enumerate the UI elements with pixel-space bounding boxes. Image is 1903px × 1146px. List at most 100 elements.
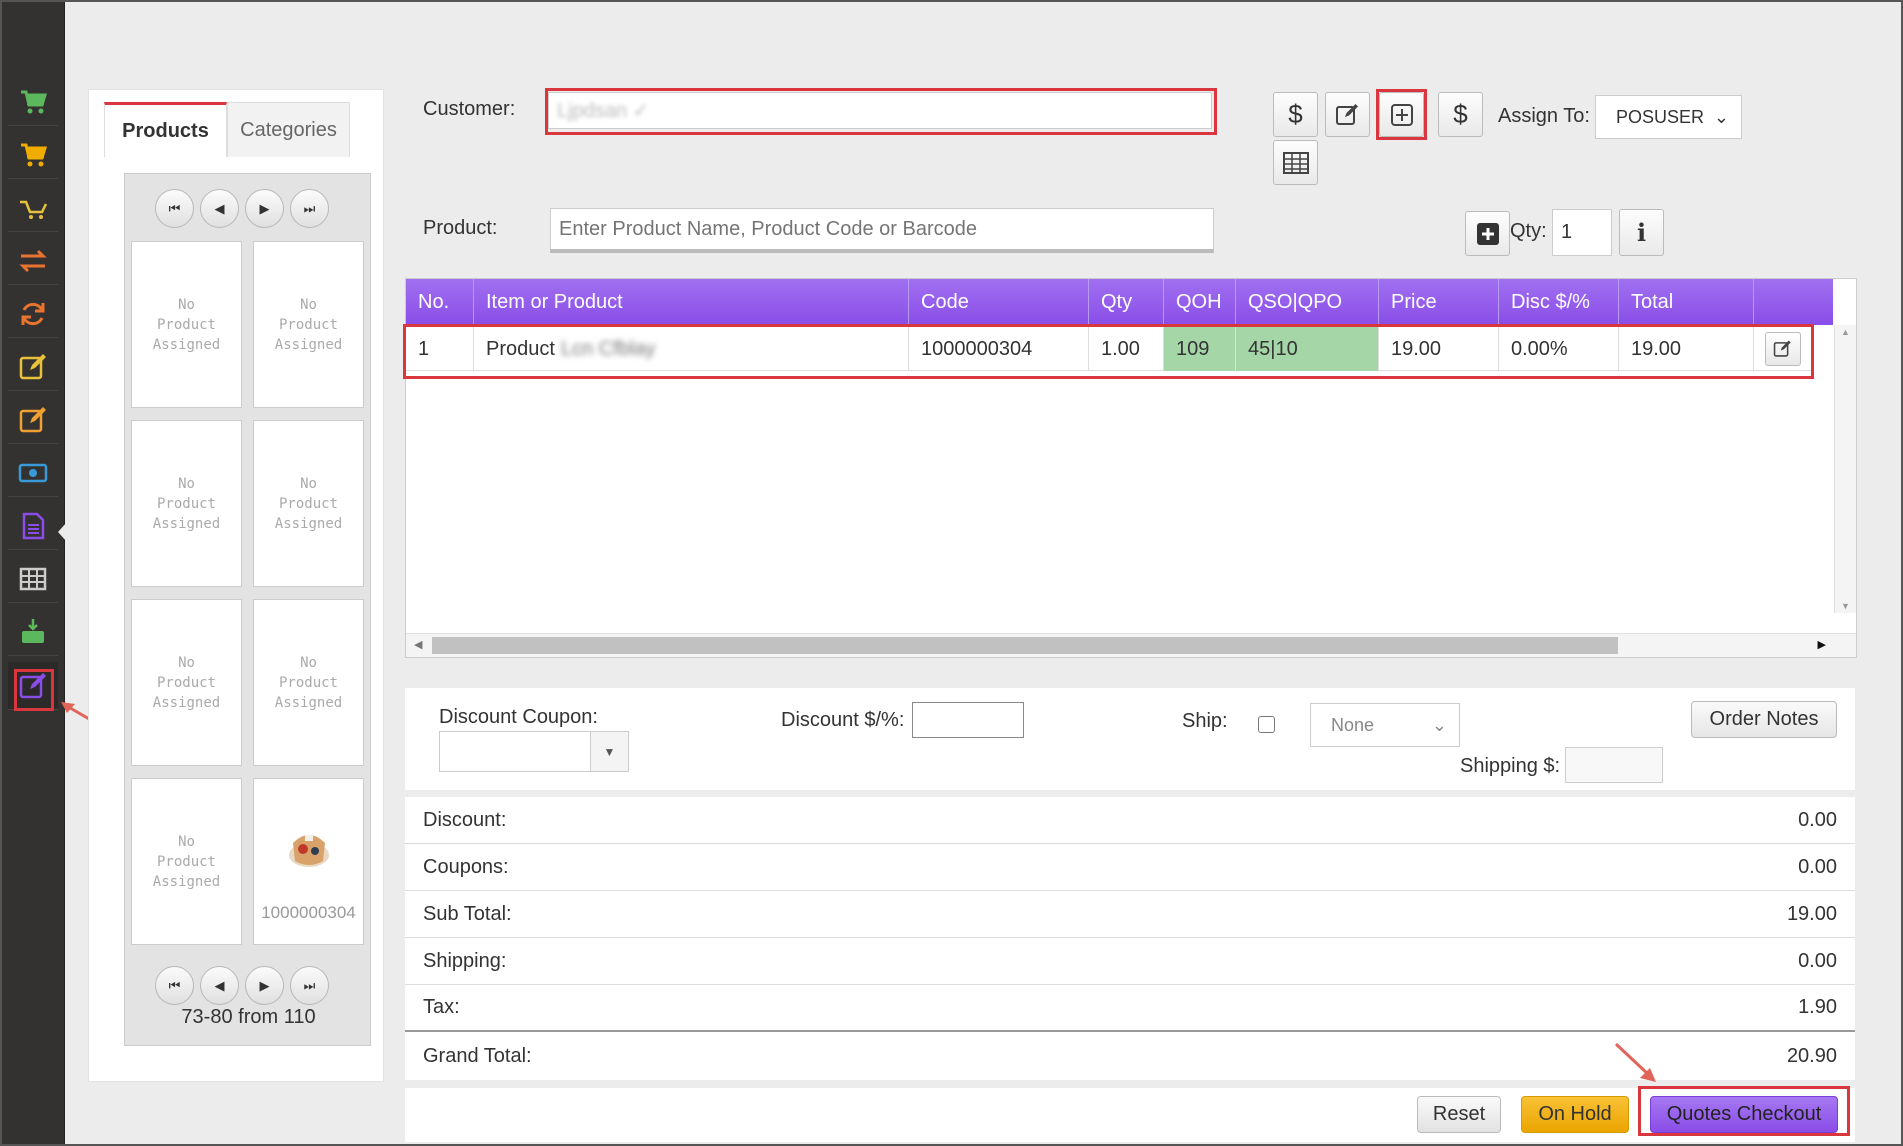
line-items-table: No. Item or Product Code Qty QOH QSO|QPO… <box>405 278 1857 658</box>
customer-value: Ljpdsan ✓ <box>557 100 650 122</box>
product-info-button[interactable]: i <box>1619 209 1664 256</box>
sidebar-item-transfer[interactable] <box>8 237 58 285</box>
vertical-scrollbar[interactable]: ▲ ▼ <box>1834 325 1856 613</box>
sidebar-item-register[interactable] <box>8 608 58 656</box>
sidebar-item-sales[interactable] <box>8 78 58 126</box>
col-qty: Qty <box>1089 279 1164 325</box>
tab-categories[interactable]: Categories <box>227 102 350 157</box>
sidebar-item-returns[interactable] <box>8 184 58 232</box>
dollar-icon: $ <box>1288 99 1303 129</box>
info-icon: i <box>1636 218 1647 247</box>
edit-icon <box>1335 103 1358 125</box>
sidebar-item-reports[interactable] <box>8 555 58 603</box>
price-button[interactable]: $ <box>1273 92 1318 137</box>
prev-page-button[interactable]: ◀ <box>200 189 239 228</box>
discount-input[interactable] <box>912 702 1024 738</box>
plus-square-icon <box>1476 222 1499 245</box>
sidebar-item-orders[interactable] <box>8 131 58 179</box>
totals-panel: Discount: 0.00 Coupons: 0.00 Sub Total: 19.… <box>405 797 1855 1080</box>
next-page-button[interactable]: ▶ <box>245 189 284 228</box>
plus-square-icon <box>1390 103 1413 126</box>
col-total: Total <box>1619 279 1754 325</box>
order-notes-button[interactable]: Order Notes <box>1691 701 1837 738</box>
col-price: Price <box>1379 279 1499 325</box>
product-tile[interactable]: No Product Assigned <box>131 778 242 945</box>
product-image <box>288 835 329 867</box>
reset-button[interactable]: Reset <box>1417 1096 1501 1133</box>
col-code: Code <box>909 279 1089 325</box>
sidebar-item-edit[interactable] <box>8 343 58 391</box>
product-label: Product: <box>423 217 498 239</box>
table-icon <box>19 567 47 590</box>
sidebar-item-quote-edit[interactable] <box>8 662 58 710</box>
edit-customer-button[interactable] <box>1325 92 1370 137</box>
ship-label: Ship: <box>1182 710 1228 732</box>
add-product-button[interactable] <box>1465 211 1510 256</box>
sidebar-item-cash[interactable] <box>8 449 58 497</box>
col-disc: Disc $/% <box>1499 279 1619 325</box>
ship-checkbox[interactable] <box>1258 716 1275 733</box>
tab-products[interactable]: Products <box>104 102 227 157</box>
qty-label: Qty: <box>1510 220 1547 242</box>
table-row[interactable]: 1 Product Lcn Cfblay 1000000304 1.00 109 … <box>406 327 1812 371</box>
edit-icon <box>19 353 46 379</box>
pager-bottom: ⏮ ◀ ▶ ⏭ <box>155 966 329 1005</box>
col-qoh: QOH <box>1164 279 1236 325</box>
price-level-button[interactable]: $ <box>1438 92 1483 137</box>
table-header: No. Item or Product Code Qty QOH QSO|QPO… <box>406 279 1833 325</box>
action-bar: Reset On Hold Quotes Checkout <box>405 1088 1855 1142</box>
quotes-checkout-button[interactable]: Quotes Checkout <box>1650 1096 1838 1133</box>
product-tile[interactable]: No Product Assigned <box>131 241 242 408</box>
cart-icon <box>21 90 48 113</box>
chevron-down-icon: ⌄ <box>1713 106 1729 127</box>
next-page-button[interactable]: ▶ <box>245 966 284 1005</box>
ship-method-select[interactable]: None ⌄ <box>1310 703 1460 747</box>
transfer-icon <box>19 249 47 272</box>
refresh-icon <box>21 302 45 325</box>
sidebar-item-exchange[interactable] <box>8 290 58 338</box>
app-window: Products Categories ⏮ ◀ ▶ ⏭ No Product Ass… <box>0 0 1903 1146</box>
col-qso-qpo: QSO|QPO <box>1236 279 1379 325</box>
total-row-coupons: Coupons: 0.00 <box>405 844 1855 891</box>
sidebar-item-quotes[interactable] <box>8 502 58 550</box>
product-tile[interactable]: No Product Assigned <box>253 241 364 408</box>
dollar-icon: $ <box>1453 99 1468 129</box>
sidebar-item-edit-2[interactable] <box>8 396 58 444</box>
assign-to-select[interactable]: POSUSER ⌄ <box>1595 95 1742 139</box>
coupon-select[interactable]: ▼ <box>439 731 629 772</box>
product-tile[interactable]: 1000000304 <box>253 778 364 945</box>
first-page-button[interactable]: ⏮ <box>155 966 194 1005</box>
col-actions <box>1754 279 1833 325</box>
edit-line-button[interactable] <box>1765 332 1801 366</box>
edit-icon <box>1773 340 1791 357</box>
customer-label: Customer: <box>423 98 516 120</box>
on-hold-button[interactable]: On Hold <box>1521 1096 1629 1133</box>
table-view-button[interactable] <box>1273 140 1318 185</box>
product-code: 1000000304 <box>261 903 356 922</box>
total-row-discount: Discount: 0.00 <box>405 797 1855 844</box>
first-page-button[interactable]: ⏮ <box>155 189 194 228</box>
shipping-input[interactable] <box>1565 747 1663 783</box>
product-search-input[interactable] <box>550 208 1214 253</box>
coupon-label: Discount Coupon: <box>439 706 598 728</box>
product-tile[interactable]: No Product Assigned <box>131 420 242 587</box>
product-tile[interactable]: No Product Assigned <box>131 599 242 766</box>
total-row-shipping: Shipping: 0.00 <box>405 938 1855 985</box>
edit-icon <box>19 672 46 698</box>
last-page-button[interactable]: ⏭ <box>290 966 329 1005</box>
chevron-down-icon: ▼ <box>590 732 628 771</box>
product-tile[interactable]: No Product Assigned <box>253 420 364 587</box>
chevron-down-icon: ⌄ <box>1431 714 1447 735</box>
customer-input[interactable]: Ljpdsan ✓ <box>548 92 1212 129</box>
add-customer-button[interactable] <box>1379 92 1424 137</box>
product-browser: Products Categories ⏮ ◀ ▶ ⏭ No Product Ass… <box>88 89 384 1082</box>
pager-top: ⏮ ◀ ▶ ⏭ <box>155 189 329 228</box>
assign-to-label: Assign To: <box>1498 105 1590 127</box>
product-tile[interactable]: No Product Assigned <box>253 599 364 766</box>
last-page-button[interactable]: ⏭ <box>290 189 329 228</box>
qty-input[interactable]: 1 <box>1552 209 1612 256</box>
active-indicator <box>58 522 67 542</box>
edit-icon <box>19 406 46 432</box>
horizontal-scrollbar[interactable]: ◀ ▶ <box>406 633 1856 657</box>
prev-page-button[interactable]: ◀ <box>200 966 239 1005</box>
